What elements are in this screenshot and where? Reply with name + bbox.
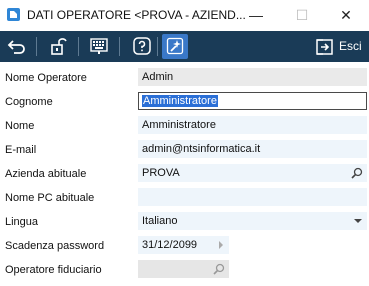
field-row-lingua: Lingua Italiano xyxy=(0,210,369,234)
field-label: Nome Operatore xyxy=(5,72,87,84)
toolbar-separator xyxy=(36,37,37,56)
toolbar-separator xyxy=(119,37,120,56)
email-field[interactable]: admin@ntsinformatica.it xyxy=(138,140,367,158)
field-row-email: E-mail admin@ntsinformatica.it xyxy=(0,138,369,162)
field-value: Amministratore xyxy=(142,119,216,131)
lingua-select[interactable]: Italiano xyxy=(138,212,367,230)
nome-operatore-field[interactable]: Admin xyxy=(138,68,367,86)
title-bar: DATI OPERATORE <PROVA - AZIEND... — ☐ ✕ xyxy=(0,0,369,30)
magic-wand-icon xyxy=(166,37,184,55)
close-button[interactable]: ✕ xyxy=(323,0,369,30)
field-row-nome: Nome Amministratore xyxy=(0,114,369,138)
cognome-field[interactable]: Amministratore xyxy=(138,92,367,110)
field-label: Nome PC abituale xyxy=(5,192,95,204)
help-button[interactable] xyxy=(129,34,155,59)
nome-field[interactable]: Amministratore xyxy=(138,116,367,134)
field-value: PROVA xyxy=(142,167,180,179)
keyboard-button[interactable] xyxy=(86,34,112,59)
calendar-arrow-icon[interactable] xyxy=(217,240,225,250)
field-row-azienda-abituale: Azienda abituale PROVA xyxy=(0,162,369,186)
field-row-nome-pc-abituale: Nome PC abituale xyxy=(0,186,369,210)
field-label: Azienda abituale xyxy=(5,168,87,180)
search-icon[interactable] xyxy=(351,167,363,179)
field-row-operatore-fiduciario: Operatore fiduciario xyxy=(0,258,369,282)
search-icon[interactable] xyxy=(213,263,225,275)
toolbar: Esci xyxy=(0,31,369,62)
help-icon xyxy=(133,37,151,55)
window-title: DATI OPERATORE <PROVA - AZIEND... xyxy=(27,8,246,22)
back-button[interactable] xyxy=(4,34,30,59)
field-label: Scadenza password xyxy=(5,240,105,252)
field-label: E-mail xyxy=(5,144,37,156)
exit-icon xyxy=(316,39,333,55)
magic-wand-button[interactable] xyxy=(162,34,188,59)
exit-button[interactable]: Esci xyxy=(315,36,365,57)
exit-label: Esci xyxy=(339,39,362,53)
field-row-scadenza-password: Scadenza password 31/12/2099 xyxy=(0,234,369,258)
operatore-fiduciario-field[interactable] xyxy=(138,260,229,278)
minimize-button[interactable]: — xyxy=(233,0,279,30)
field-label: Operatore fiduciario xyxy=(5,264,102,276)
nome-pc-abituale-field[interactable] xyxy=(138,188,367,206)
scadenza-password-field[interactable]: 31/12/2099 xyxy=(138,236,229,254)
unlock-icon xyxy=(51,38,67,55)
field-label: Cognome xyxy=(5,96,53,108)
field-value: Italiano xyxy=(142,215,178,227)
field-value: admin@ntsinformatica.it xyxy=(142,143,261,155)
field-value: 31/12/2099 xyxy=(142,239,198,251)
field-label: Lingua xyxy=(5,216,39,228)
field-row-nome-operatore: Nome Operatore Admin xyxy=(0,66,369,90)
toolbar-separator xyxy=(157,37,158,56)
back-icon xyxy=(7,40,25,54)
toolbar-separator xyxy=(78,37,79,56)
maximize-button[interactable]: ☐ xyxy=(279,0,325,30)
unlock-button[interactable] xyxy=(46,34,72,59)
app-icon xyxy=(7,8,20,21)
field-label: Nome xyxy=(5,120,35,132)
field-value: Amministratore xyxy=(142,95,218,107)
field-row-cognome: Cognome Amministratore xyxy=(0,90,369,114)
azienda-abituale-field[interactable]: PROVA xyxy=(138,164,367,182)
dropdown-arrow-icon[interactable] xyxy=(353,217,363,225)
field-value: Admin xyxy=(142,71,174,83)
keyboard-icon xyxy=(90,38,108,54)
